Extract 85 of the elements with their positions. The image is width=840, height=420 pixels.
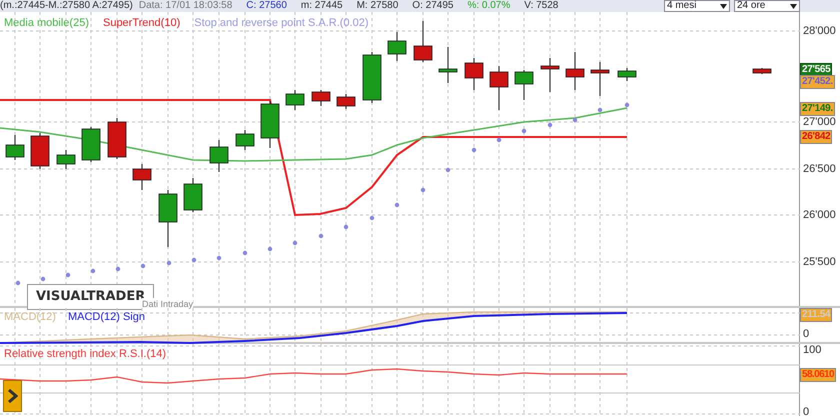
source-note: Dati Intraday (142, 298, 194, 312)
dropdown-arrow-icon (790, 4, 797, 8)
legend-label: MACD(12) (4, 311, 56, 323)
sar-dot (318, 234, 324, 238)
rising-candle (210, 140, 228, 172)
sar-dot (624, 102, 630, 108)
sar-dot (268, 246, 272, 252)
falling-candle (752, 68, 772, 74)
falling-candle (108, 118, 126, 160)
sar-dot (472, 148, 476, 152)
rising-candle (56, 150, 76, 170)
sar-dot (242, 250, 248, 256)
quote-field: m: 27445 (300, 0, 343, 12)
falling-candle (30, 132, 50, 170)
period-dropdown[interactable]: 4 mesi (664, 0, 730, 12)
sar-dot (16, 280, 20, 286)
sar-dot (572, 118, 578, 122)
rising-candle (514, 70, 534, 100)
rising-candle (362, 52, 382, 104)
quote-field: Data: 17/01 18:03:58 (138, 0, 232, 12)
falling-candle (590, 62, 610, 96)
axis-label: 27'000 (803, 116, 836, 128)
axis-label: 25'500 (803, 256, 836, 268)
sar-dot (446, 168, 450, 172)
rising-candle (388, 32, 406, 62)
sar-dot (66, 272, 70, 278)
rising-candle (438, 46, 458, 84)
sar-dot (370, 216, 374, 220)
rising-candle (158, 190, 178, 248)
price-tag: 26'842 (800, 130, 832, 144)
sar-dot (192, 258, 196, 262)
legend-label: MACD(12) Sign (68, 311, 145, 323)
sar-dot (548, 122, 552, 128)
panel-title: Relative strength index R.S.I.(14) (4, 347, 166, 362)
value-tag: 211.54 (800, 308, 832, 322)
sar-dot (496, 138, 502, 142)
sar-dot (140, 264, 146, 268)
legend-label: Media mobile(25) (4, 17, 89, 29)
falling-candle (132, 164, 152, 190)
sar-dot (394, 202, 400, 208)
sar-dot (344, 224, 348, 230)
sar-dot (598, 108, 602, 112)
sar-dot (116, 266, 120, 272)
falling-candle (336, 94, 356, 110)
rising-candle (286, 90, 304, 110)
falling-candle (566, 52, 584, 90)
chevron-icon (7, 389, 18, 403)
quote-field: M: 27580 (356, 0, 398, 12)
sar-dot (522, 128, 526, 134)
rising-candle (82, 126, 100, 162)
rising-candle (236, 130, 254, 150)
rising-candle (618, 68, 636, 82)
sar-dot (166, 260, 172, 266)
period-dropdown[interactable]: 24 ore (734, 0, 800, 12)
axis-label: 28'000 (803, 25, 836, 37)
falling-candle (540, 58, 560, 92)
axis-label: 26'000 (803, 209, 836, 221)
sar-dot (90, 268, 96, 274)
legend-label: SuperTrend(10) (102, 17, 180, 29)
rising-candle (184, 178, 202, 212)
rising-candle (6, 134, 24, 160)
axis-label: 0 (803, 328, 810, 340)
price-tag: 27'149. (800, 102, 835, 116)
dropdown-arrow-icon (720, 4, 727, 8)
axis-label: 0 (803, 406, 810, 418)
quote-field: (m.:27445-M.:27580 A:27495) (0, 0, 133, 12)
value-tag: 58.0610 (800, 368, 836, 382)
sar-dot (40, 276, 46, 282)
sar-dot (420, 188, 426, 192)
falling-candle (464, 58, 484, 90)
price-tag: 27'452. (800, 75, 835, 89)
quote-field: O: 27495 (412, 0, 454, 12)
axis-label: 26'500 (803, 163, 836, 175)
legend-label: Stop and reverse point S.A.R.(0.02) (194, 17, 368, 29)
falling-candle (414, 20, 432, 62)
falling-candle (490, 66, 508, 110)
rising-candle (260, 100, 280, 148)
axis-label: 100 (803, 344, 822, 356)
quote-field: V: 7528 (524, 0, 558, 12)
quote-field: C: 27560 (246, 0, 287, 12)
quote-field: %: 0.07% (467, 0, 510, 12)
expand-button[interactable] (3, 380, 22, 412)
sar-dot (292, 240, 298, 246)
falling-candle (312, 90, 330, 106)
sar-dot (216, 256, 222, 260)
